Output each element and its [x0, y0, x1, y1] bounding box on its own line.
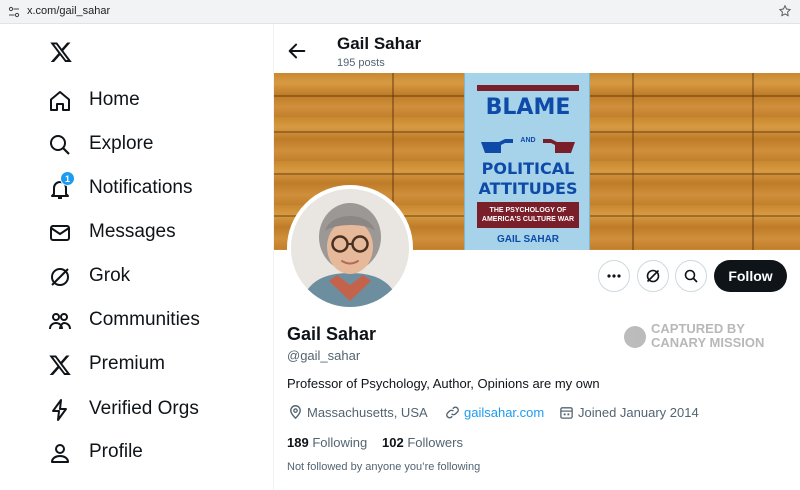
sidebar-item-label: Premium	[89, 353, 166, 374]
sidebar-item-messages[interactable]: Messages	[44, 213, 264, 253]
sidebar-item-label: Messages	[89, 221, 176, 242]
location-text: Massachusetts, USA	[307, 405, 428, 420]
profile-bio: Professor of Psychology, Author, Opinion…	[287, 376, 600, 391]
canary-mission-watermark: CAPTURED BY CANARY MISSION	[624, 322, 784, 356]
following-label: Following	[312, 435, 368, 450]
link-icon	[446, 406, 459, 419]
back-arrow-icon[interactable]	[286, 40, 308, 62]
sidebar-item-label: Grok	[89, 265, 131, 286]
sidebar-item-label: Notifications	[89, 177, 193, 198]
watermark-line-1: CAPTURED BY	[651, 321, 745, 336]
more-dots-icon	[607, 274, 621, 278]
sidebar-item-label: Profile	[89, 441, 143, 462]
sidebar-item-explore[interactable]: Explore	[44, 125, 264, 165]
book-author: GAIL SAHAR	[496, 234, 560, 245]
avatar-photo	[291, 189, 409, 307]
canary-seal-icon	[624, 326, 646, 348]
joined-text: Joined January 2014	[578, 405, 699, 420]
notification-badge: 1	[60, 171, 75, 186]
sidebar-item-label: Verified Orgs	[89, 398, 199, 419]
following-link[interactable]: 189 Following	[287, 435, 367, 450]
book-cover: BLAME AND POLITICAL ATTITUDES THE PSYCHO…	[464, 73, 590, 250]
sidebar-item-label: Communities	[89, 309, 200, 330]
more-options-button[interactable]	[598, 260, 630, 292]
pointing-hand-icon	[543, 139, 575, 153]
avatar[interactable]	[287, 185, 413, 311]
book-top-bar	[477, 85, 579, 91]
book-title-line-1: BLAME	[485, 95, 571, 120]
book-subtitle-line-1: THE PSYCHOLOGY OF	[489, 207, 567, 214]
not-followed-text: Not followed by anyone you’re following	[287, 461, 481, 473]
url-text[interactable]: x.com/gail_sahar	[27, 5, 110, 17]
follow-button[interactable]: Follow	[714, 260, 787, 292]
person-icon	[51, 444, 69, 463]
watermark-line-2: CANARY MISSION	[651, 335, 765, 350]
book-title-line-3: ATTITUDES	[478, 179, 578, 198]
header-title: Gail Sahar	[337, 34, 422, 53]
search-icon	[50, 135, 70, 155]
search-icon	[684, 269, 698, 283]
browser-url-bar[interactable]: x.com/gail_sahar	[0, 0, 800, 24]
book-and: AND	[520, 137, 536, 144]
watermark-text: CAPTURED BY CANARY MISSION	[651, 322, 764, 350]
grok-icon	[646, 269, 660, 283]
followers-label: Followers	[407, 435, 463, 450]
mail-icon	[50, 225, 70, 241]
bookmark-star-icon[interactable]	[778, 4, 792, 18]
search-profile-button[interactable]	[675, 260, 707, 292]
grok-button[interactable]	[637, 260, 669, 292]
followers-link[interactable]: 102 Followers	[382, 435, 463, 450]
x-logo-icon[interactable]	[48, 40, 74, 64]
calendar-icon	[560, 407, 573, 419]
grok-icon	[51, 268, 69, 286]
sidebar-item-home[interactable]: Home	[44, 81, 264, 121]
website-link[interactable]: gailsahar.com	[464, 405, 544, 420]
sidebar-item-notifications[interactable]: 1 Notifications	[44, 169, 264, 209]
lightning-icon	[52, 399, 67, 421]
sidebar-item-label: Home	[89, 89, 140, 110]
location-pin-icon	[290, 405, 301, 420]
sidebar-nav: Home Explore 1 Notifications Messages Gr…	[0, 24, 274, 490]
sidebar-item-verified-orgs[interactable]: Verified Orgs	[44, 390, 264, 430]
sidebar-item-communities[interactable]: Communities	[44, 301, 264, 341]
book-subtitle: THE PSYCHOLOGY OF AMERICA'S CULTURE WAR	[477, 202, 579, 228]
followers-count: 102	[382, 435, 404, 450]
pointing-hand-icon	[481, 139, 513, 153]
profile-name: Gail Sahar	[287, 324, 377, 344]
sidebar-item-grok[interactable]: Grok	[44, 257, 264, 297]
site-settings-icon[interactable]	[8, 6, 20, 18]
book-subtitle-line-2: AMERICA'S CULTURE WAR	[481, 216, 575, 223]
header-post-count: 195 posts	[337, 57, 385, 69]
people-icon	[49, 313, 71, 330]
sidebar-item-label: Explore	[89, 133, 154, 154]
profile-main: Gail Sahar 195 posts BLAME AND POLITICAL…	[274, 24, 800, 490]
sidebar-item-premium[interactable]: Premium	[44, 345, 264, 385]
following-count: 189	[287, 435, 309, 450]
profile-handle: @gail_sahar	[287, 348, 361, 363]
x-logo-icon	[49, 355, 71, 375]
home-icon	[50, 91, 70, 111]
book-title-line-2: POLITICAL	[481, 159, 575, 178]
sidebar-item-profile[interactable]: Profile	[44, 433, 264, 473]
